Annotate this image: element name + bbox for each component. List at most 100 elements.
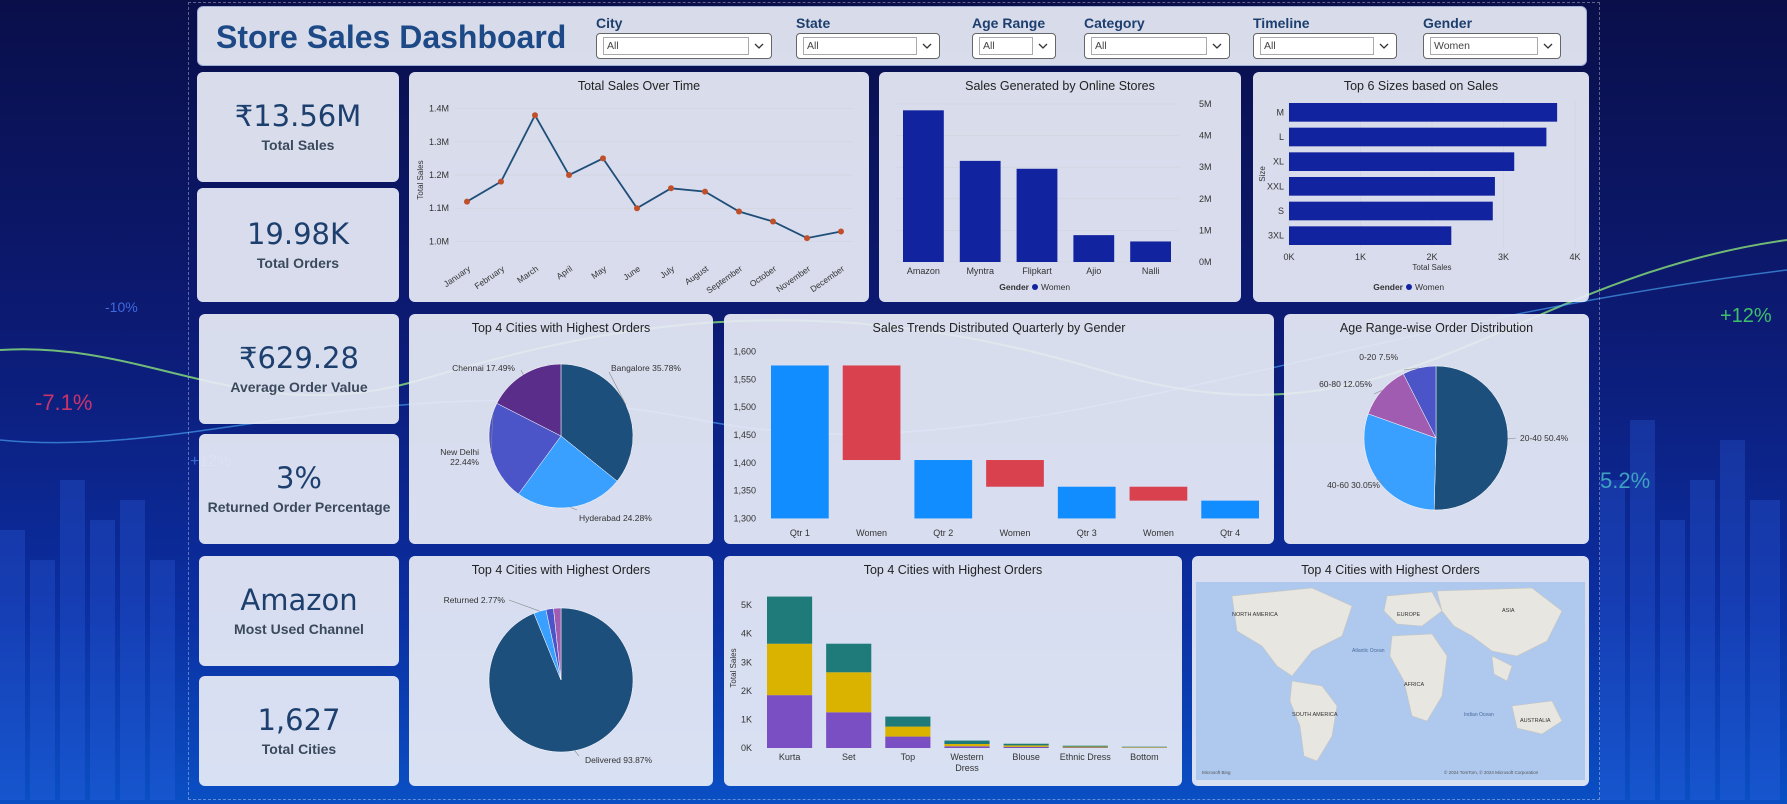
x-tick-label: October [748, 263, 779, 289]
y-tick-label: 1,600 [733, 347, 756, 357]
bar [1289, 103, 1558, 122]
waterfall-bar [914, 460, 973, 519]
x-tick-label: Ajio [1086, 266, 1101, 276]
data-point [736, 208, 742, 215]
pie-chart: Delivered 93.87% Returned 2.77% [444, 595, 653, 765]
kpi-value: Amazon [240, 583, 358, 618]
stacked-bar-segment [826, 672, 872, 713]
x-tick-label: 1K [1355, 252, 1366, 262]
dropdown-value: Women [1430, 37, 1538, 55]
x-tick-label: Flipkart [1022, 266, 1052, 276]
chevron-down-icon [1379, 43, 1389, 49]
y-tick-label: 5M [1199, 99, 1212, 109]
dropdown-value: All [1260, 37, 1374, 55]
y-tick-label: S [1278, 206, 1284, 216]
stacked-bar-segment [1003, 746, 1049, 748]
x-tick-label: Qtr 2 [933, 528, 953, 538]
world-map[interactable]: NORTH AMERICA EUROPE ASIA Atlantic Ocean… [1192, 556, 1589, 786]
y-tick-label: 1,300 [733, 513, 756, 523]
x-tick-label: Women [1143, 528, 1174, 538]
legend-marker [1032, 284, 1038, 290]
y-tick-label: 1,400 [733, 458, 756, 468]
data-point [532, 112, 538, 119]
filter-label: City [596, 15, 623, 31]
kpi-average-order-value: ₹629.28 Average Order Value [199, 314, 399, 424]
y-tick-label: 2K [741, 686, 752, 696]
kpi-label: Total Sales [261, 136, 335, 153]
cities-pie-panel: Top 4 Cities with Highest Orders Bangalo… [409, 314, 713, 544]
kpi-label: Returned Order Percentage [207, 498, 391, 515]
bg-number: -10% [105, 299, 138, 315]
legend-title: Gender [1373, 282, 1403, 292]
y-tick-label: M [1277, 107, 1285, 117]
gender-dropdown[interactable]: Women [1423, 33, 1561, 59]
leader-line [508, 599, 540, 612]
filter-category: Category All [1084, 15, 1230, 59]
bg-number: -7.1% [35, 390, 92, 415]
x-tick-label: January [442, 263, 473, 289]
y-tick-label: 4M [1199, 131, 1212, 141]
x-tick-label: Blouse [1012, 752, 1040, 762]
x-tick-label: September [704, 263, 744, 295]
category-dropdown[interactable]: All [1084, 33, 1230, 59]
data-point [498, 178, 504, 185]
slice-label: Returned 2.77% [444, 595, 506, 605]
y-tick-label: 1,450 [733, 430, 756, 440]
slice-label: Delivered 93.87% [585, 755, 653, 765]
bar [1130, 241, 1171, 262]
y-tick-label: XL [1273, 157, 1284, 167]
data-point [464, 198, 470, 205]
y-tick-label: 1K [741, 714, 752, 724]
kpi-value: 19.98K [246, 217, 350, 252]
waterfall-bar [1057, 486, 1116, 519]
map-label: EUROPE [1397, 612, 1421, 618]
x-axis-label: Total Sales [1412, 263, 1451, 272]
waterfall-bar [842, 365, 901, 461]
stacked-bar-segment [944, 744, 990, 747]
leader-line [520, 369, 524, 375]
y-tick-label: 5K [741, 600, 752, 610]
filter-label: Age Range [972, 15, 1046, 31]
stacked-bar-segment [826, 712, 872, 748]
bar [1289, 201, 1493, 221]
chevron-down-icon [754, 43, 764, 49]
filter-label: Timeline [1253, 15, 1310, 31]
chevron-down-icon [1543, 43, 1553, 49]
map-panel: Top 4 Cities with Highest Orders NORTH A… [1192, 556, 1589, 786]
city-dropdown[interactable]: All [596, 33, 772, 59]
dropdown-value: All [979, 37, 1033, 55]
data-point [566, 172, 572, 179]
stacked-bar-segment [1062, 747, 1108, 748]
state-dropdown[interactable]: All [796, 33, 940, 59]
kpi-value: 3% [275, 461, 322, 496]
map-label: AUSTRALIA [1520, 718, 1551, 724]
y-tick-label: 3XL [1268, 231, 1284, 241]
age-range-panel: Age Range-wise Order Distribution 20-40 … [1284, 314, 1589, 544]
y-tick-label: 1.1M [429, 203, 449, 213]
horizontal-bar-chart: 0K 1K 2K 3K 4K M L XL XXL S 3XL Total Sales Size Gend… [1258, 100, 1581, 292]
y-tick-label: 1.2M [429, 170, 449, 180]
stacked-bar-segment [944, 746, 990, 748]
age-range-dropdown[interactable]: All [972, 33, 1056, 59]
x-tick-label: August [683, 263, 711, 287]
dropdown-value: All [603, 37, 749, 55]
dropdown-value: All [803, 37, 917, 55]
y-tick-label: 4K [741, 629, 752, 639]
y-tick-label: 1,500 [733, 402, 756, 412]
map-label: NORTH AMERICA [1232, 612, 1278, 618]
slice-label: Chennai 17.49% [452, 363, 515, 373]
x-tick-label: April [554, 263, 574, 281]
waterfall-bar [1201, 500, 1259, 519]
x-tick-label: Dress [955, 763, 979, 773]
pie-chart: Bangalore 35.78% Hyderabad 24.28% New Delh… [440, 363, 681, 523]
timeline-dropdown[interactable]: All [1253, 33, 1397, 59]
category-stacked-panel: Top 4 Cities with Highest Orders 0K 1K 2K 3… [724, 556, 1182, 786]
filter-timeline: Timeline All [1253, 15, 1397, 59]
x-tick-label: Amazon [907, 266, 940, 276]
x-tick-label: Kurta [779, 752, 801, 762]
y-tick-label: 1.4M [429, 104, 449, 114]
map-logo: Microsoft Bing [1202, 770, 1231, 775]
sales-line [466, 113, 842, 240]
waterfall-bar [1129, 486, 1188, 501]
kpi-label: Total Orders [256, 254, 340, 271]
